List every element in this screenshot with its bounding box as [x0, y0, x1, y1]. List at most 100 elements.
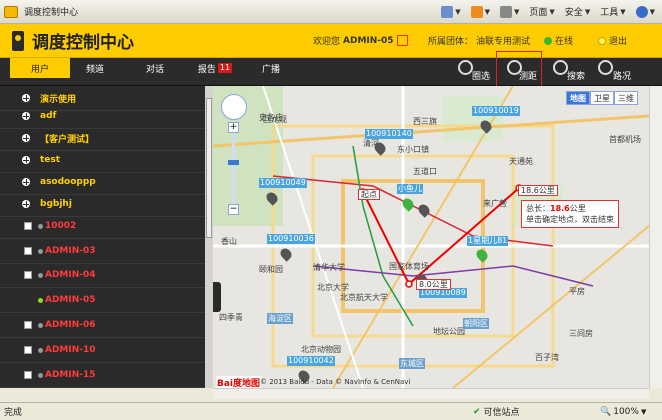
place-label: 西三旗 [413, 117, 437, 126]
user-item[interactable]: ADMIN-04 [0, 263, 205, 288]
current-username: ADMIN-05 [343, 35, 394, 46]
place-label: 国家体育场 [389, 262, 429, 271]
user-checkbox[interactable] [24, 321, 32, 329]
sidebar-scroll-thumb[interactable] [206, 98, 212, 238]
traffic-icon [598, 60, 613, 75]
tools-menu-label: 工具 [600, 8, 619, 18]
user-item[interactable]: 10002 [0, 214, 205, 239]
expand-icon[interactable] [22, 134, 30, 142]
map-horizontal-scrollbar[interactable] [213, 388, 649, 399]
circle-select-button[interactable]: 圈选 [458, 60, 492, 82]
device-label[interactable]: 100910036 [267, 234, 315, 244]
sidebar-scrollbar[interactable] [205, 86, 213, 388]
user-item[interactable]: ADMIN-06 [0, 313, 205, 338]
user-checkbox[interactable] [24, 371, 32, 379]
safety-menu[interactable]: 安全 ▼ [562, 3, 593, 20]
traffic-label: 路况 [613, 72, 632, 82]
print-icon [500, 5, 512, 18]
tab-users[interactable]: 用户 [10, 58, 70, 78]
device-label[interactable]: 100910042 [287, 356, 335, 366]
pan-control[interactable] [221, 94, 247, 120]
device-label[interactable]: 100910049 [259, 178, 307, 188]
print-button[interactable]: ▼ [497, 3, 522, 20]
measure-total-prefix: 总长： [526, 204, 550, 213]
main-navbar: 用户 频道 对话 报告 11 广播 圈选 测距 搜索 路况 [0, 58, 662, 86]
place-label: 首都机场 [609, 135, 641, 144]
place-label: 三间房 [569, 329, 593, 338]
rss-icon [470, 5, 483, 18]
security-zone: ✔ 可信站点 [473, 405, 520, 419]
user-checkbox[interactable] [24, 222, 32, 230]
zoom-out-button[interactable]: − [228, 204, 239, 215]
feeds-button[interactable]: ▼ [468, 3, 493, 20]
help-button[interactable]: ▼ [633, 3, 658, 20]
user-checkbox[interactable] [24, 271, 32, 279]
search-label: 搜索 [567, 72, 586, 82]
expand-icon[interactable] [22, 94, 30, 102]
logout-button[interactable]: 退出 [598, 34, 627, 47]
user-label: ADMIN-04 [45, 270, 96, 280]
safety-menu-label: 安全 [564, 8, 583, 18]
map-copyright: © 2013 Baidu - Data © NavInfo & CenNavi [260, 378, 411, 386]
zoom-level[interactable]: 🔍 100% ▼ [600, 407, 646, 417]
map-view[interactable]: 清河 西三旗 回龙观 东小口镇 来广营 香山 颐和园 清华大学 北京大学 北京航… [213, 86, 649, 388]
group-label: 演示使用 [40, 94, 77, 105]
user-item[interactable]: ADMIN-15 [0, 363, 205, 388]
zoom-slider-handle[interactable] [228, 160, 239, 165]
map-type-3d[interactable]: 三维 [614, 91, 638, 105]
device-label[interactable]: 1星期儿81 [467, 236, 509, 246]
user-label: 10002 [45, 221, 77, 231]
expand-icon[interactable] [22, 178, 30, 186]
logout-icon [598, 36, 606, 45]
online-status[interactable]: 在线 [544, 34, 573, 47]
expand-icon[interactable] [22, 156, 30, 164]
device-label[interactable]: 小鱼儿 [397, 184, 423, 194]
measure-segment-label: 18.6公里 [518, 185, 558, 196]
user-checkbox[interactable] [24, 346, 32, 354]
search-button[interactable]: 搜索 [553, 60, 587, 82]
app-header: 调度控制中心 欢迎您 ADMIN-05 所属团体： 油联专用测试 在线 退出 [0, 24, 662, 58]
tools-menu[interactable]: 工具 ▼ [597, 3, 628, 20]
device-label[interactable]: 100910140 [365, 129, 413, 139]
place-label: 四季青 [219, 313, 243, 322]
user-label: ADMIN-10 [45, 345, 96, 355]
zone-label: 可信站点 [483, 408, 520, 418]
map-type-map[interactable]: 地图 [566, 91, 590, 105]
group-name: 油联专用测试 [476, 37, 531, 47]
browser-statusbar: 完成 ✔ 可信站点 🔍 100% ▼ [0, 402, 662, 420]
zoom-in-button[interactable]: + [228, 122, 239, 133]
app-title: 调度控制中心 [32, 33, 134, 53]
map-type-satellite[interactable]: 卫星 [590, 91, 614, 105]
user-label: ADMIN-05 [45, 295, 96, 305]
circle-select-label: 圈选 [472, 72, 491, 82]
map-vertical-scrollbar[interactable] [649, 86, 662, 388]
tab-broadcast[interactable]: 广播 [246, 58, 296, 78]
edit-icon[interactable] [396, 35, 408, 46]
user-checkbox[interactable] [24, 247, 32, 255]
welcome-info: 欢迎您 ADMIN-05 [313, 34, 408, 47]
tab-reports[interactable]: 报告 11 [190, 58, 240, 78]
tab-channels[interactable]: 频道 [70, 58, 120, 78]
measure-total-value: 18.6 [550, 204, 570, 213]
place-label: 东小口镇 [397, 145, 429, 154]
expand-icon[interactable] [22, 112, 30, 120]
expand-icon[interactable] [22, 200, 30, 208]
traffic-button[interactable]: 路况 [598, 60, 632, 82]
status-text: 完成 [4, 408, 23, 418]
user-item[interactable]: ADMIN-05 [0, 288, 205, 313]
place-label: 百子湾 [535, 353, 559, 362]
place-label: 地坛公园 [433, 327, 465, 336]
place-label: 来广营 [483, 199, 507, 208]
tab-conversations[interactable]: 对话 [130, 58, 180, 78]
place-label: 平房 [569, 287, 585, 296]
zoom-icon: 🔍 [600, 406, 612, 417]
offline-status-icon [38, 272, 43, 278]
device-label[interactable]: 100910019 [472, 106, 520, 116]
measure-hint: 单击确定地点，双击结束 [526, 215, 614, 224]
user-item[interactable]: ADMIN-10 [0, 338, 205, 363]
page-menu[interactable]: 页面 ▼ [526, 3, 557, 20]
home-button[interactable]: ▼ [438, 3, 463, 20]
user-item[interactable]: ADMIN-03 [0, 239, 205, 264]
sidebar-collapse-toggle[interactable] [213, 282, 221, 312]
zoom-slider-track[interactable] [232, 134, 235, 204]
